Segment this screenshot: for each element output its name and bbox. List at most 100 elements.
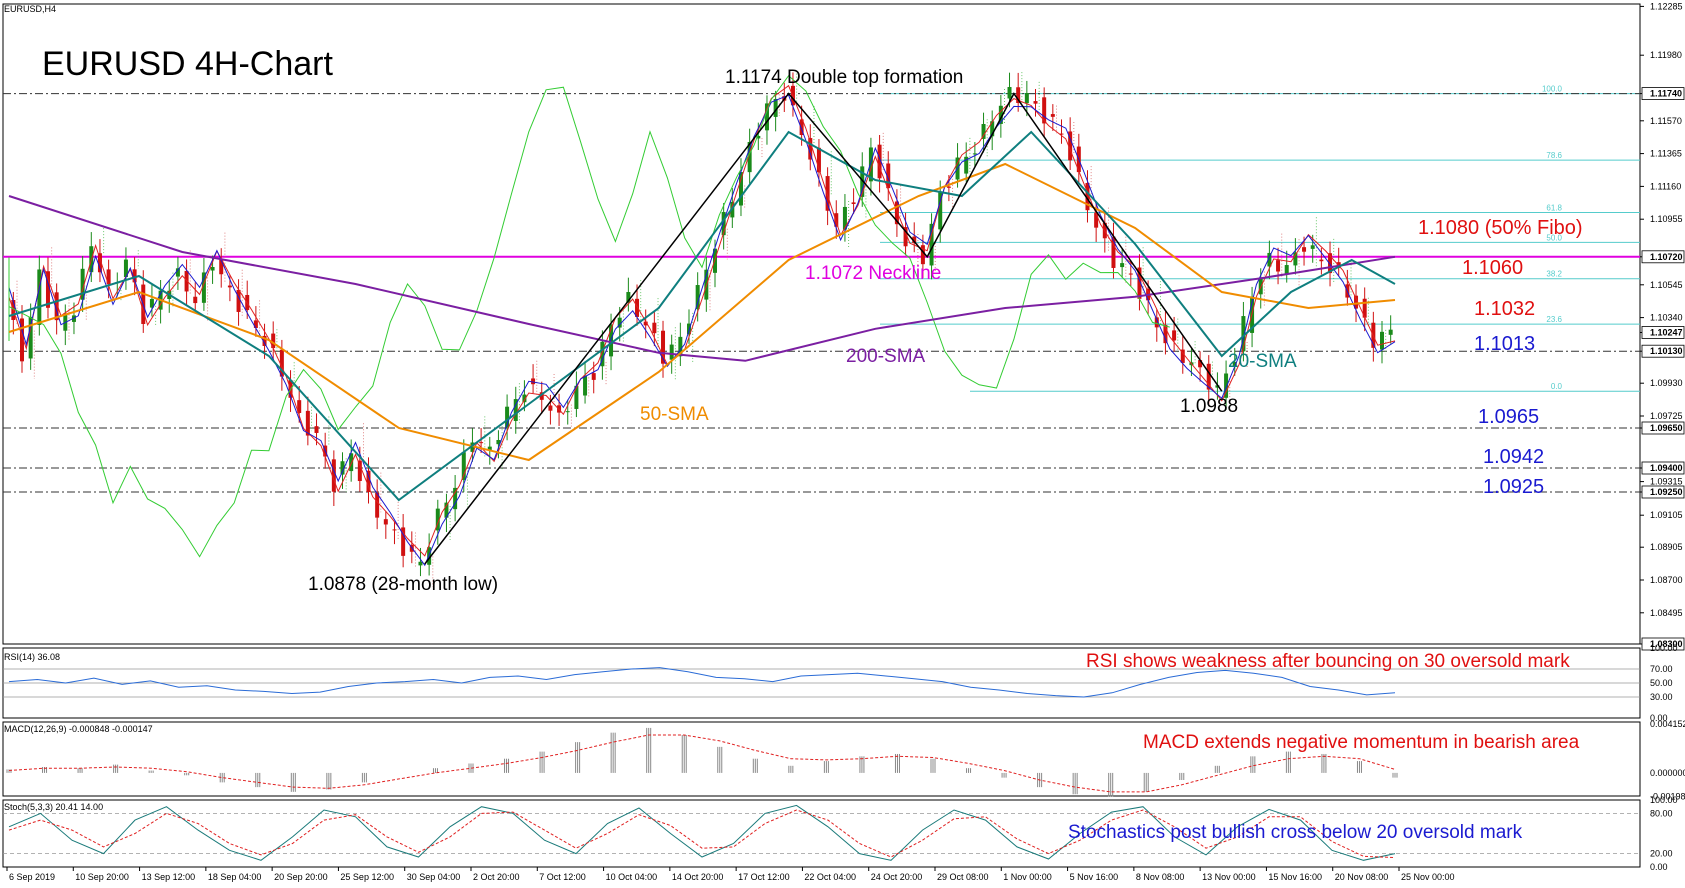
stoch-header: Stoch(5,3,3) 20.41 14.00 xyxy=(4,802,103,812)
candle-body xyxy=(45,271,50,308)
candle-body xyxy=(1310,245,1315,249)
level-1060-label: 1.1060 xyxy=(1462,257,1523,279)
x-tick-label: 20 Nov 08:00 xyxy=(1335,872,1389,882)
fib-label: 78.6 xyxy=(1546,151,1562,160)
x-tick-label: 15 Nov 16:00 xyxy=(1268,872,1322,882)
x-tick-label: 7 Oct 12:00 xyxy=(539,872,586,882)
candle-body xyxy=(574,385,579,409)
stoch-tick-label: 0.00 xyxy=(1650,862,1668,872)
price-tag-label: 1.09650 xyxy=(1650,423,1683,433)
y-tick-label: 1.10955 xyxy=(1650,214,1683,224)
x-tick-label: 17 Oct 12:00 xyxy=(738,872,790,882)
level-0942-label: 1.0942 xyxy=(1483,446,1544,468)
fib-label: 0.0 xyxy=(1551,382,1563,391)
candle-body xyxy=(357,460,362,482)
x-tick-label: 18 Sep 04:00 xyxy=(208,872,262,882)
candle-body xyxy=(1302,247,1307,252)
macd-header: MACD(12,26,9) -0.000848 -0.000147 xyxy=(4,724,153,734)
candle-body xyxy=(1172,330,1177,341)
fib-label: 38.2 xyxy=(1546,270,1562,279)
stoch-note: Stochastics post bullish cross below 20 … xyxy=(1068,822,1523,843)
fib-label: 100.0 xyxy=(1542,85,1563,94)
price-tag-label: 1.10247 xyxy=(1650,327,1683,337)
x-tick-label: 25 Sep 12:00 xyxy=(340,872,394,882)
low-0878-label: 1.0878 (28-month low) xyxy=(308,574,498,595)
fib-label: 61.8 xyxy=(1546,203,1562,212)
x-tick-label: 10 Oct 04:00 xyxy=(606,872,658,882)
candle-body xyxy=(1284,265,1289,274)
x-tick-label: 14 Oct 20:00 xyxy=(672,872,724,882)
x-tick-label: 25 Nov 00:00 xyxy=(1401,872,1455,882)
candle-body xyxy=(392,529,397,531)
candle-body xyxy=(738,172,743,206)
candle-body xyxy=(946,186,951,188)
x-tick-label: 8 Nov 08:00 xyxy=(1136,872,1185,882)
y-tick-label: 1.10340 xyxy=(1650,313,1683,323)
candle-body xyxy=(583,375,588,396)
sma200-label: 200-SMA xyxy=(846,346,926,367)
chart-title: EURUSD 4H-Chart xyxy=(42,45,333,83)
neckline-label: 1.1072 Neckline xyxy=(805,263,941,284)
macd-tick-label: 0.000000 xyxy=(1650,768,1685,778)
candle-body xyxy=(314,426,319,433)
x-tick-label: 30 Sep 04:00 xyxy=(407,872,461,882)
candle-body xyxy=(635,298,640,317)
level-0925-label: 1.0925 xyxy=(1483,476,1544,498)
candle-body xyxy=(972,153,977,155)
candle-body xyxy=(236,289,241,312)
candle-body xyxy=(253,320,258,328)
y-tick-label: 1.11570 xyxy=(1650,116,1682,126)
y-tick-label: 1.10545 xyxy=(1650,280,1683,290)
x-tick-label: 1 Nov 00:00 xyxy=(1003,872,1052,882)
x-tick-label: 6 Sep 2019 xyxy=(9,872,55,882)
y-tick-label: 1.09725 xyxy=(1650,411,1683,421)
candle-body xyxy=(1120,263,1125,268)
candle-body xyxy=(851,202,856,204)
price-tag-label: 1.10720 xyxy=(1650,252,1683,262)
y-tick-label: 1.09315 xyxy=(1650,477,1683,487)
candle-body xyxy=(1007,87,1012,99)
y-tick-label: 1.12285 xyxy=(1650,1,1683,11)
candle-body xyxy=(1319,259,1324,262)
rsi-tick-label: 50.00 xyxy=(1650,678,1673,688)
price-tag-label: 1.09400 xyxy=(1650,463,1683,473)
candle-body xyxy=(227,285,232,288)
candle-body xyxy=(383,519,388,525)
y-tick-label: 1.09105 xyxy=(1650,510,1683,520)
y-tick-label: 1.08905 xyxy=(1650,542,1683,552)
macd-note: MACD extends negative momentum in bearis… xyxy=(1143,732,1580,753)
macd-tick-label: 0.004152 xyxy=(1650,719,1685,729)
candle-body xyxy=(1024,93,1029,104)
chart-canvas: 100.078.661.850.038.223.60.0 1.122851.11… xyxy=(2,1,1685,882)
x-tick-label: 22 Oct 04:00 xyxy=(804,872,856,882)
candle-body xyxy=(548,405,553,411)
candle-body xyxy=(1380,331,1385,350)
candle-body xyxy=(652,322,657,334)
price-tag-label: 1.09250 xyxy=(1650,487,1683,497)
candle-body xyxy=(418,561,423,566)
window-title: EURUSD,H4 xyxy=(4,4,56,14)
candle-body xyxy=(565,411,570,413)
x-tick-label: 2 Oct 20:00 xyxy=(473,872,520,882)
price-tag-label: 1.10130 xyxy=(1650,346,1683,356)
level-1013-label: 1.1013 xyxy=(1474,333,1535,355)
candle-body xyxy=(591,373,596,380)
rsi-header: RSI(14) 36.08 xyxy=(4,652,60,662)
stoch-tick-label: 80.00 xyxy=(1650,808,1673,818)
fib50-label: 1.1080 (50% Fibo) xyxy=(1418,217,1583,239)
candle-body xyxy=(1128,273,1133,275)
y-tick-label: 1.08700 xyxy=(1650,575,1683,585)
x-tick-label: 5 Nov 16:00 xyxy=(1070,872,1119,882)
y-tick-label: 1.11160 xyxy=(1650,181,1681,191)
sma50-label: 50-SMA xyxy=(640,404,709,425)
sma20-label: 20-SMA xyxy=(1228,351,1297,372)
price-tag-label: 1.11740 xyxy=(1650,89,1682,99)
y-tick-label: 1.09930 xyxy=(1650,378,1683,388)
x-tick-label: 10 Sep 20:00 xyxy=(75,872,129,882)
x-tick-label: 20 Sep 20:00 xyxy=(274,872,328,882)
low-0988-label: 1.0988 xyxy=(1180,396,1238,417)
candle-body xyxy=(479,442,484,444)
candle-body xyxy=(210,266,215,271)
rsi-tick-label: 100.00 xyxy=(1650,643,1678,653)
candle-body xyxy=(1050,114,1055,117)
